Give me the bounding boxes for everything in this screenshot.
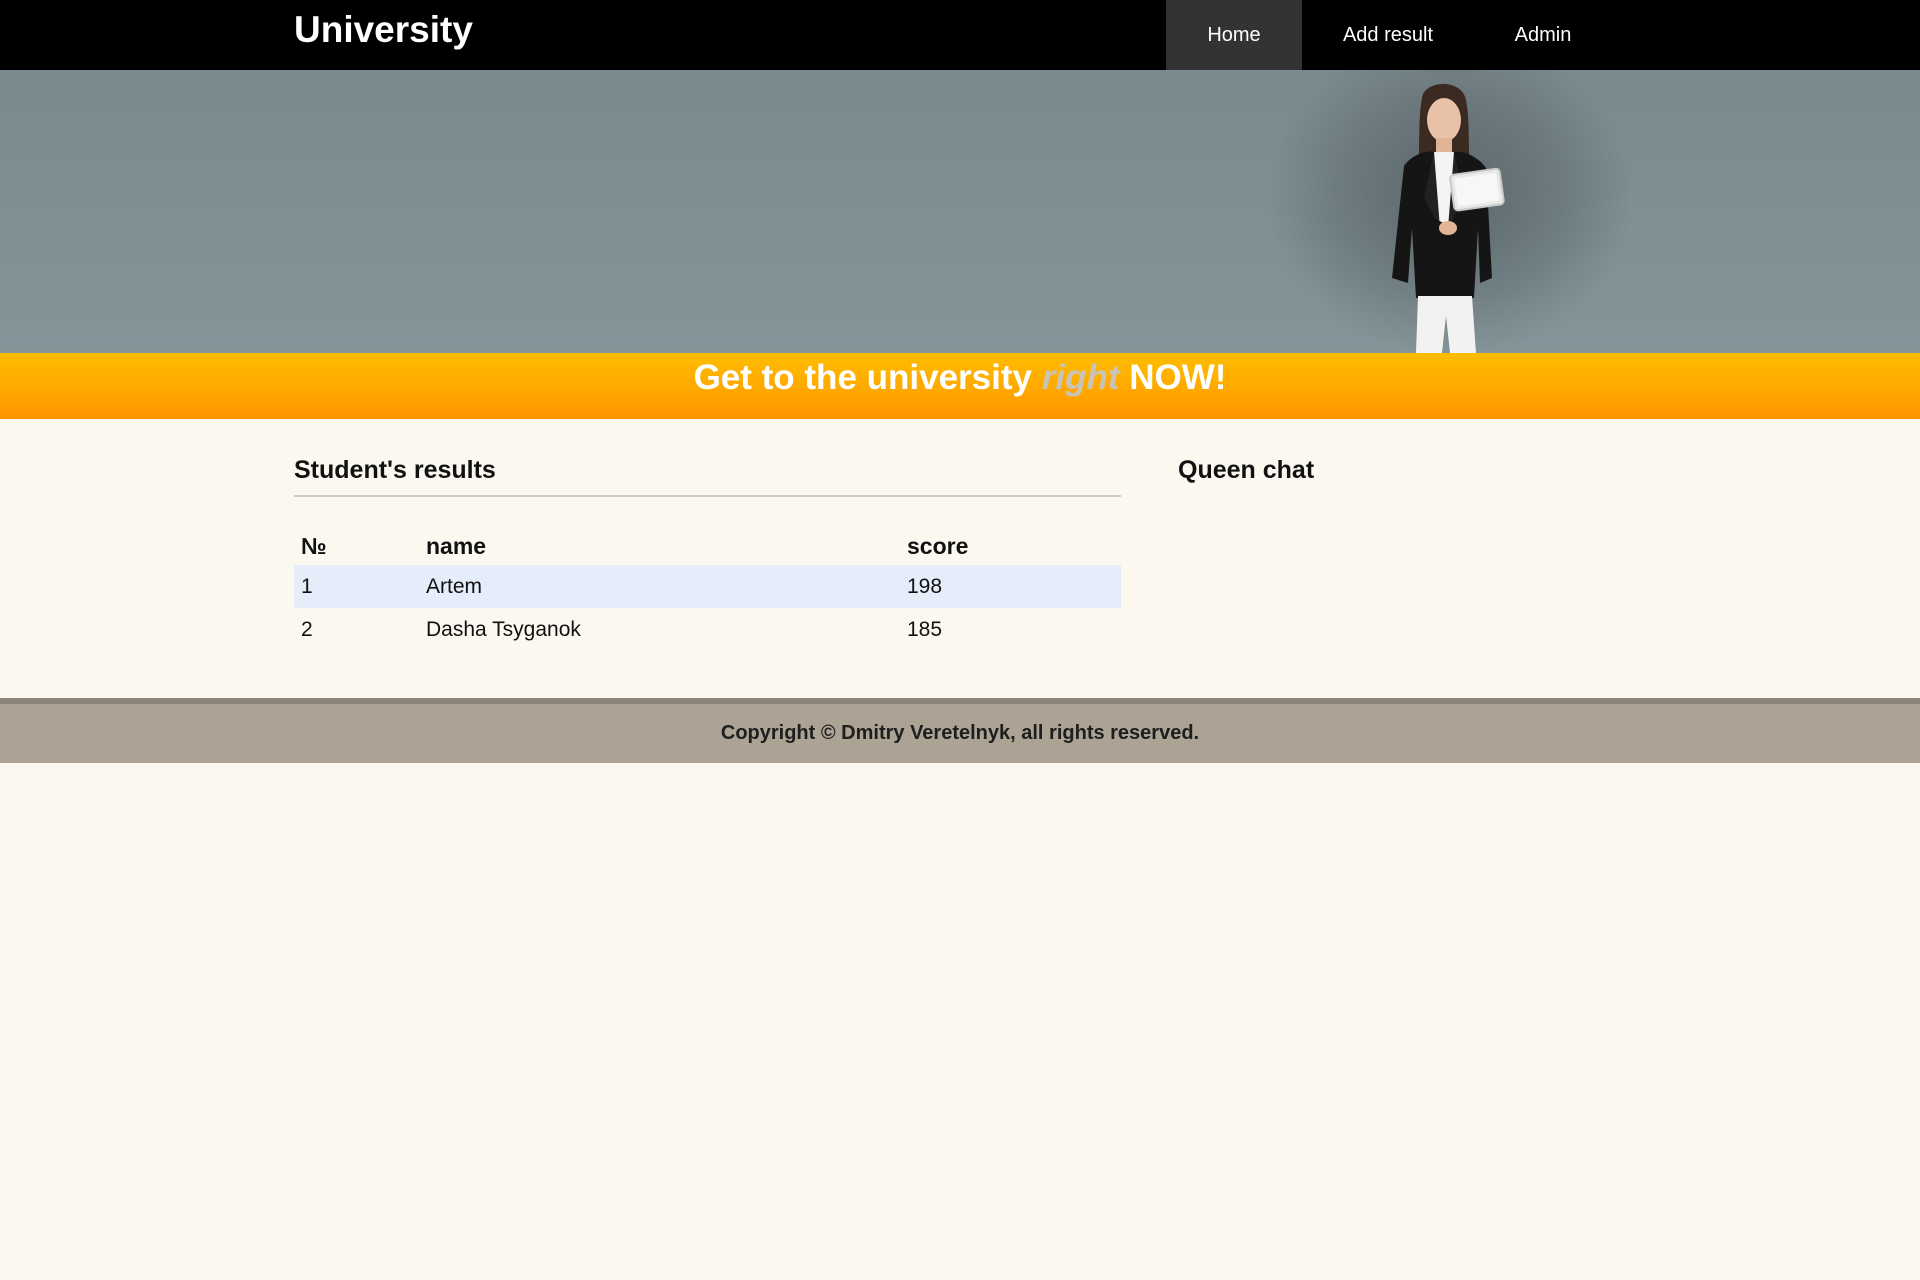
banner-text-end: NOW! xyxy=(1129,358,1227,397)
site-footer: Copyright © Dmitry Veretelnyk, all right… xyxy=(0,698,1920,763)
table-header-row: № name score xyxy=(294,527,1121,565)
top-navbar: University Home Add result Admin xyxy=(0,0,1920,70)
column-header-score: score xyxy=(907,532,969,559)
promo-banner: Get to the university right NOW! xyxy=(0,353,1920,419)
nav-admin[interactable]: Admin xyxy=(1474,0,1612,70)
table-row: 1 Artem 198 xyxy=(294,565,1121,608)
site-brand[interactable]: University xyxy=(294,8,473,52)
banner-text-emphasis: right xyxy=(1041,358,1120,397)
column-header-number: № xyxy=(301,532,327,559)
queen-chat-section: Queen chat xyxy=(1178,453,1578,487)
nav-home[interactable]: Home xyxy=(1166,0,1302,70)
hero-section xyxy=(0,70,1920,353)
main-nav: Home Add result Admin xyxy=(1166,0,1612,70)
student-results-section: Student's results № name score 1 Artem 1… xyxy=(294,453,1121,651)
cell-name: Dasha Tsyganok xyxy=(426,617,581,641)
woman-with-tablet-photo xyxy=(1392,84,1505,353)
cell-number: 2 xyxy=(301,617,313,641)
column-header-name: name xyxy=(426,532,487,559)
cell-score: 185 xyxy=(907,617,943,641)
results-title: Student's results xyxy=(294,453,1121,497)
chat-title: Queen chat xyxy=(1178,456,1315,484)
nav-add-result[interactable]: Add result xyxy=(1302,0,1474,70)
copyright-text: Copyright © Dmitry Veretelnyk, all right… xyxy=(720,722,1200,744)
banner-headline: Get to the university right NOW! xyxy=(694,355,1227,401)
cell-number: 1 xyxy=(294,565,419,608)
banner-text-start: Get to the university xyxy=(693,358,1032,397)
cell-score: 198 xyxy=(900,565,1121,608)
cell-name: Artem xyxy=(419,565,900,608)
table-row: 2 Dasha Tsyganok 185 xyxy=(294,608,1121,651)
results-table: № name score 1 Artem 198 2 Dasha Tsygano… xyxy=(294,527,1121,651)
